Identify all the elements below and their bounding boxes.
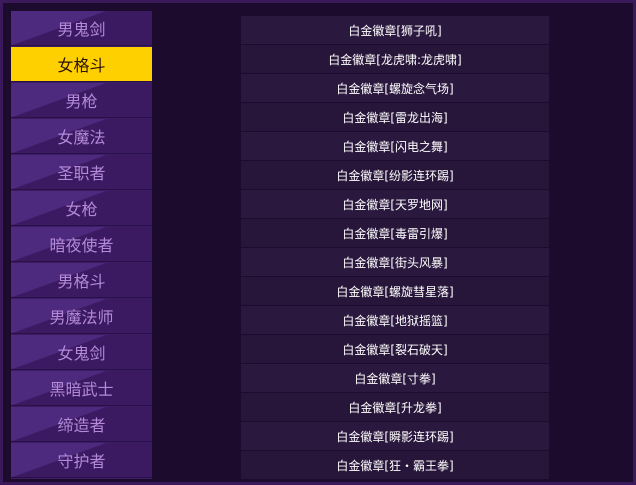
badge-label: 白金徽章[瞬影连环踢] [336,429,454,444]
badge-row[interactable]: 白金徽章[狂・霸王拳] [241,451,549,479]
class-item-female-mage[interactable]: 女魔法 [11,119,152,154]
class-item-male-gunner[interactable]: 男枪 [11,83,152,118]
class-item-label: 女格斗 [57,56,106,75]
badge-label: 白金徽章[街头风暴] [342,255,448,270]
class-item-female-fighter[interactable]: 女格斗 [11,47,152,82]
class-item-label: 守护者 [57,452,106,471]
badge-label: 白金徽章[狂・霸王拳] [336,458,454,473]
badge-label: 白金徽章[狮子吼] [348,23,442,38]
badge-row[interactable]: 白金徽章[狮子吼] [241,16,549,44]
class-sidebar: 男鬼剑 女格斗 男枪 女魔法 圣职者 女枪 暗夜使者 男格斗 男魔法师 女鬼剑 … [11,11,152,479]
class-item-label: 男格斗 [57,272,106,291]
badge-row[interactable]: 白金徽章[闪电之舞] [241,132,549,160]
badge-row[interactable]: 白金徽章[寸拳] [241,364,549,392]
class-item-label: 圣职者 [57,164,106,183]
badge-row[interactable]: 白金徽章[毒雷引爆] [241,219,549,247]
badge-label: 白金徽章[螺旋彗星落] [336,284,454,299]
class-item-label: 缔造者 [57,416,106,435]
class-item-label: 黑暗武士 [49,380,114,399]
badge-label: 白金徽章[天罗地网] [342,197,448,212]
badge-row[interactable]: 白金徽章[龙虎啸:龙虎啸] [241,45,549,73]
badge-label: 白金徽章[升龙拳] [348,400,442,415]
badge-row[interactable]: 白金徽章[升龙拳] [241,393,549,421]
badge-label: 白金徽章[龙虎啸:龙虎啸] [328,52,462,67]
badge-label: 白金徽章[地狱摇篮] [342,313,448,328]
badge-label: 白金徽章[寸拳] [354,371,436,386]
class-item-male-fighter[interactable]: 男格斗 [11,263,152,298]
class-item-label: 女鬼剑 [57,344,106,363]
class-item-creator[interactable]: 缔造者 [11,407,152,442]
class-item-label: 女枪 [65,200,98,219]
badge-row[interactable]: 白金徽章[裂石破天] [241,335,549,363]
badge-label: 白金徽章[裂石破天] [342,342,448,357]
badge-row[interactable]: 白金徽章[螺旋念气场] [241,74,549,102]
class-item-label: 暗夜使者 [49,236,114,255]
badge-row[interactable]: 白金徽章[地狱摇篮] [241,306,549,334]
class-item-label: 男鬼剑 [57,20,106,39]
window-frame: 男鬼剑 女格斗 男枪 女魔法 圣职者 女枪 暗夜使者 男格斗 男魔法师 女鬼剑 … [0,0,636,485]
badge-row[interactable]: 白金徽章[螺旋彗星落] [241,277,549,305]
class-item-male-mage[interactable]: 男魔法师 [11,299,152,334]
badge-list: 白金徽章[狮子吼] 白金徽章[龙虎啸:龙虎啸] 白金徽章[螺旋念气场] 白金徽章… [241,16,549,480]
badge-row[interactable]: 白金徽章[雷龙出海] [241,103,549,131]
badge-label: 白金徽章[毒雷引爆] [342,226,448,241]
class-item-label: 女魔法 [57,128,106,147]
class-item-label: 男魔法师 [49,308,114,327]
class-item-female-gunner[interactable]: 女枪 [11,191,152,226]
class-item-priest[interactable]: 圣职者 [11,155,152,190]
class-item-thief[interactable]: 暗夜使者 [11,227,152,262]
class-item-dark-knight[interactable]: 黑暗武士 [11,371,152,406]
badge-label: 白金徽章[纷影连环踢] [336,168,454,183]
badge-label: 白金徽章[闪电之舞] [342,139,448,154]
badge-label: 白金徽章[螺旋念气场] [336,81,454,96]
badge-label: 白金徽章[雷龙出海] [342,110,448,125]
class-item-guardian[interactable]: 守护者 [11,443,152,478]
badge-row[interactable]: 白金徽章[瞬影连环踢] [241,422,549,450]
badge-row[interactable]: 白金徽章[纷影连环踢] [241,161,549,189]
class-item-male-slayer[interactable]: 男鬼剑 [11,11,152,46]
class-item-label: 男枪 [65,92,98,111]
badge-row[interactable]: 白金徽章[街头风暴] [241,248,549,276]
badge-row[interactable]: 白金徽章[天罗地网] [241,190,549,218]
class-item-female-slayer[interactable]: 女鬼剑 [11,335,152,370]
